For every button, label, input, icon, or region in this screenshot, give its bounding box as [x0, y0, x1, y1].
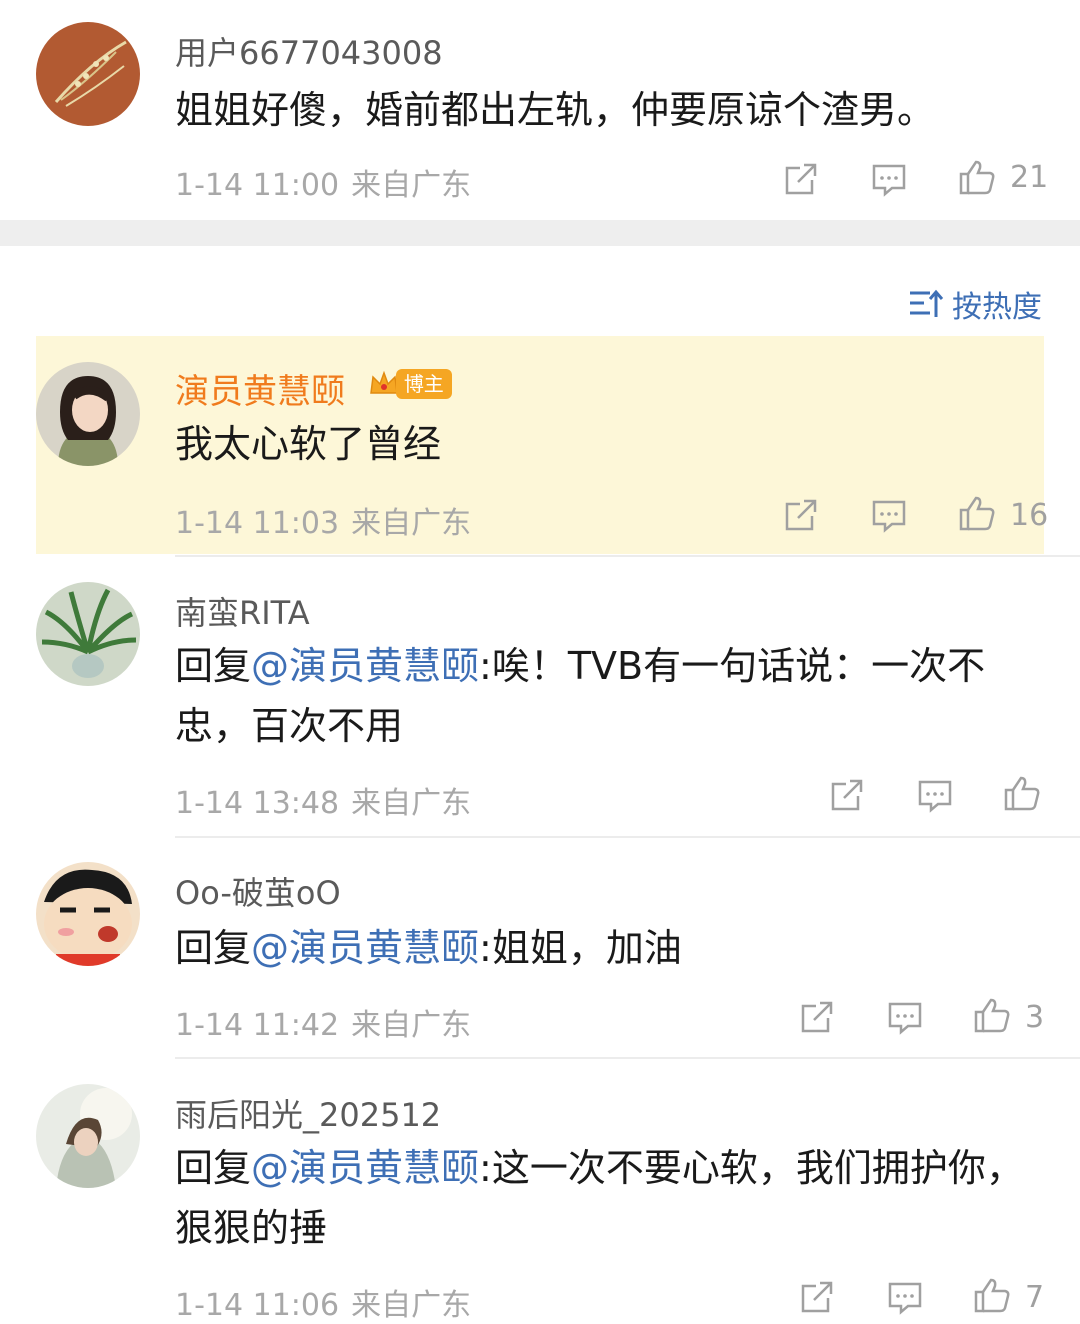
like-button[interactable]: [973, 996, 1011, 1034]
author-name[interactable]: 演员黄慧颐: [175, 372, 345, 412]
comment-text: 姐姐好傻，婚前都出左轨，仲要原谅个渣男。: [175, 88, 936, 132]
username[interactable]: 用户6677043008: [175, 28, 443, 74]
reply-prefix: 回复: [175, 644, 252, 688]
mention-link[interactable]: @演员黄慧颐: [251, 1146, 479, 1190]
thumbs-up-icon: [974, 1278, 1010, 1313]
comment-time: 1-14 13:48: [175, 786, 340, 821]
like-count: 16: [1010, 498, 1049, 533]
reply-body: :姐姐，加油: [479, 926, 682, 970]
like-button[interactable]: [1003, 774, 1041, 812]
avatar[interactable]: [36, 1084, 140, 1188]
badge-label: 博主: [395, 369, 452, 399]
avatar[interactable]: [36, 862, 140, 966]
share-icon: [831, 779, 863, 811]
comment-time: 1-14 11:42: [175, 1008, 340, 1043]
share-button[interactable]: [782, 496, 820, 534]
comment-text: 我太心软了曾经: [175, 422, 442, 466]
avatar-fern-image: [36, 582, 140, 686]
username[interactable]: Oo-破茧oO: [175, 868, 341, 914]
share-icon: [785, 499, 817, 531]
username[interactable]: 演员黄慧颐 博主: [175, 364, 452, 413]
share-button[interactable]: [798, 1278, 836, 1316]
like-button[interactable]: [958, 494, 996, 532]
share-button[interactable]: [798, 998, 836, 1036]
share-icon: [785, 163, 817, 195]
sort-toggle[interactable]: 按热度: [908, 282, 1042, 326]
divider: [175, 1057, 1080, 1059]
like-button[interactable]: [973, 1276, 1011, 1314]
comment-location: 来自广东: [351, 168, 472, 203]
username[interactable]: 雨后阳光_202512: [175, 1090, 441, 1136]
avatar-portrait-image: [36, 362, 140, 466]
reply-prefix: 回复: [175, 1146, 252, 1190]
thumbs-up-icon: [1004, 776, 1040, 811]
comment-text: 回复@演员黄慧颐:唉！TVB有一句话说：一次不忠，百次不用: [175, 636, 1045, 756]
sort-icon: [910, 289, 944, 317]
comment-meta: 1-14 11:00 来自广东: [175, 160, 471, 204]
comment-button[interactable]: [870, 496, 908, 534]
comment-icon: [872, 164, 906, 197]
comment-time: 1-14 11:06: [175, 1288, 340, 1323]
like-button[interactable]: [958, 158, 996, 196]
thumbs-up-icon: [974, 998, 1010, 1033]
section-separator: [0, 220, 1080, 246]
comment-meta: 1-14 13:48 来自广东: [175, 778, 471, 822]
mention-link[interactable]: @演员黄慧颐: [251, 926, 479, 970]
like-count: 3: [1025, 1000, 1045, 1035]
comment-icon: [888, 1282, 922, 1315]
divider: [175, 555, 1080, 557]
username[interactable]: 南蛮RITA: [175, 588, 310, 634]
share-button[interactable]: [828, 776, 866, 814]
avatar[interactable]: [36, 22, 140, 126]
share-icon: [801, 1281, 833, 1313]
share-button[interactable]: [782, 160, 820, 198]
comment-meta: 1-14 11:42 来自广东: [175, 1000, 471, 1044]
comment-icon: [888, 1002, 922, 1035]
avatar-cartoon-image: [36, 862, 140, 966]
comment-location: 来自广东: [351, 786, 472, 821]
blogger-badge: 博主: [368, 369, 452, 399]
avatar-photo-image: [36, 1084, 140, 1188]
comment-time: 1-14 11:03: [175, 506, 340, 541]
comment-meta: 1-14 11:06 来自广东: [175, 1280, 471, 1324]
comment-meta: 1-14 11:03 来自广东: [175, 498, 471, 542]
thumbs-up-icon: [959, 160, 995, 195]
avatar[interactable]: [36, 582, 140, 686]
comment-button[interactable]: [870, 160, 908, 198]
comment-time: 1-14 11:00: [175, 168, 340, 203]
comment-button[interactable]: [886, 998, 924, 1036]
comment-icon: [872, 500, 906, 533]
comment-icon: [918, 780, 952, 813]
reply-prefix: 回复: [175, 926, 252, 970]
comment-location: 来自广东: [351, 1008, 472, 1043]
sort-label: 按热度: [952, 290, 1042, 325]
avatar[interactable]: [36, 362, 140, 466]
mention-link[interactable]: @演员黄慧颐: [251, 644, 479, 688]
like-count: 21: [1010, 160, 1049, 195]
thumbs-up-icon: [959, 496, 995, 531]
divider: [175, 836, 1080, 838]
comment-button[interactable]: [886, 1278, 924, 1316]
comment-location: 来自广东: [351, 1288, 472, 1323]
comment-location: 来自广东: [351, 506, 472, 541]
avatar-rice-image: [36, 22, 140, 126]
share-icon: [801, 1001, 833, 1033]
comment-button[interactable]: [916, 776, 954, 814]
comment-text: 回复@演员黄慧颐:这一次不要心软，我们拥护你，狠狠的捶: [175, 1138, 1045, 1258]
comment-text: 回复@演员黄慧颐:姐姐，加油: [175, 918, 1045, 978]
